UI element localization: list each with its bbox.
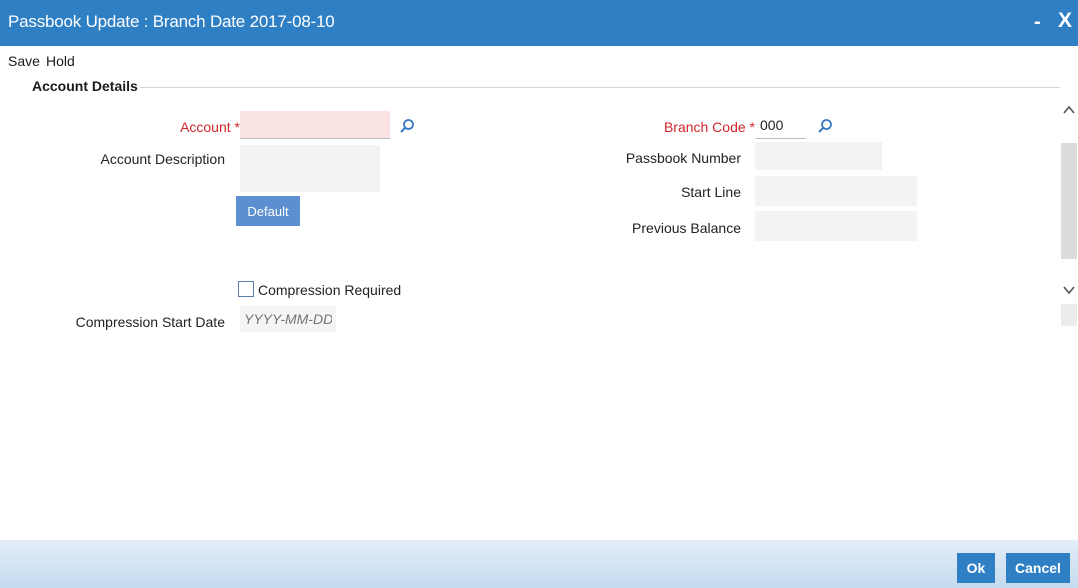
save-button[interactable]: Save [8,53,40,69]
compression-required-label: Compression Required [258,282,402,298]
default-button[interactable]: Default [236,196,300,226]
start-line-input[interactable] [755,176,917,206]
compression-required-checkbox[interactable] [238,281,254,297]
section-divider [140,87,1060,88]
chevron-up-icon[interactable] [1061,100,1077,120]
toolbar: Save Hold [0,46,1078,76]
scrollbar-track-end [1061,304,1077,326]
ok-button[interactable]: Ok [957,553,995,583]
search-icon[interactable] [399,118,415,134]
previous-balance-input[interactable] [755,211,917,241]
footer-bar [0,540,1078,588]
hold-button[interactable]: Hold [46,53,75,69]
branch-code-label: Branch Code * [664,119,755,135]
branch-code-label-text: Branch Code [663,119,746,135]
chevron-down-icon[interactable] [1061,280,1077,300]
search-icon[interactable] [817,118,833,134]
scrollbar-thumb[interactable] [1061,143,1077,259]
account-input[interactable] [240,111,390,139]
passbook-number-input[interactable] [755,142,882,170]
compression-start-date-input[interactable] [240,306,336,332]
previous-balance-label: Previous Balance [632,220,741,236]
required-marker: * [749,119,755,135]
title-bar: Passbook Update : Branch Date 2017-08-10… [0,0,1078,46]
window-title: Passbook Update : Branch Date 2017-08-10 [8,12,335,31]
minimize-button[interactable]: - [1034,11,1041,34]
start-line-label: Start Line [681,184,741,200]
account-description-field[interactable] [240,145,380,192]
compression-start-date-label: Compression Start Date [75,314,225,330]
account-label: Account * [180,119,240,135]
account-label-text: Account [180,119,231,135]
section-title-account-details: Account Details [32,78,138,94]
cancel-button[interactable]: Cancel [1006,553,1070,583]
passbook-number-label: Passbook Number [625,150,741,166]
branch-code-input[interactable] [756,111,806,139]
account-description-label: Account Description [100,151,225,167]
close-button[interactable]: X [1058,9,1072,33]
